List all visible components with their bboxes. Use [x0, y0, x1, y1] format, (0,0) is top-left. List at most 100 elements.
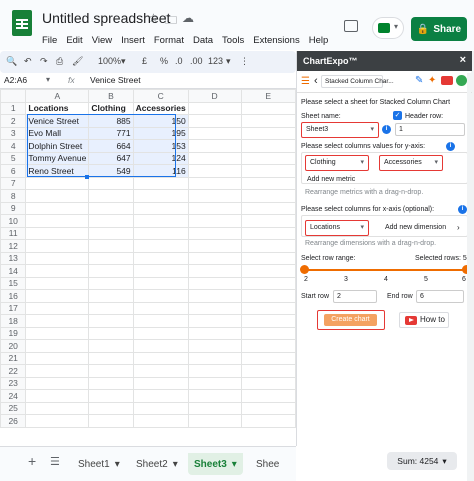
cell[interactable]: [25, 276, 90, 290]
cell[interactable]: [187, 139, 242, 153]
sheet-tab-3[interactable]: Sheet3 ▾: [188, 453, 243, 475]
cell[interactable]: Evo Mall: [25, 126, 90, 140]
row-header[interactable]: 13: [0, 251, 27, 265]
cell[interactable]: [88, 276, 134, 290]
column-header-a[interactable]: A: [25, 89, 90, 103]
cell[interactable]: [88, 289, 134, 303]
cell[interactable]: [25, 251, 90, 265]
menu-help[interactable]: Help: [309, 35, 329, 46]
cell[interactable]: [187, 351, 242, 365]
cell[interactable]: [132, 251, 189, 265]
cell[interactable]: [25, 289, 90, 303]
cell[interactable]: [187, 251, 242, 265]
cell[interactable]: [240, 339, 296, 353]
row-header[interactable]: 22: [0, 364, 27, 378]
cell[interactable]: 771: [88, 126, 134, 140]
sheet-name-select[interactable]: Sheet3 ▾: [301, 122, 379, 138]
row-header[interactable]: 9: [0, 201, 27, 215]
cell[interactable]: [187, 264, 242, 278]
move-folder-icon[interactable]: 🗀: [165, 11, 177, 32]
name-box[interactable]: A2:A6: [4, 75, 27, 85]
header-row-input[interactable]: 1: [395, 123, 465, 136]
column-header-d[interactable]: D: [187, 89, 242, 103]
start-row-input[interactable]: 2: [333, 290, 377, 303]
cell[interactable]: [187, 289, 242, 303]
row-header[interactable]: 16: [0, 289, 27, 303]
cell[interactable]: [240, 239, 296, 253]
cell[interactable]: Locations: [25, 101, 90, 115]
cell[interactable]: [240, 164, 296, 178]
chart-name-box[interactable]: Stacked Column Char...: [321, 75, 394, 88]
cell[interactable]: [187, 126, 242, 140]
panel-scrollbar[interactable]: [467, 73, 471, 446]
spreadsheet-grid[interactable]: A B C D E 1 Locations Clothing Accessories 2…: [0, 89, 296, 446]
cell[interactable]: 664: [88, 139, 134, 153]
cell[interactable]: [88, 376, 134, 390]
cell[interactable]: [187, 276, 242, 290]
settings-icon[interactable]: ✎: [415, 75, 423, 86]
cell[interactable]: [88, 414, 134, 428]
cell[interactable]: [88, 389, 134, 403]
cell[interactable]: [88, 314, 134, 328]
menu-tools[interactable]: Tools: [222, 35, 244, 46]
paint-format-icon[interactable]: 🖌: [72, 56, 83, 67]
cell[interactable]: [88, 214, 134, 228]
row-header[interactable]: 24: [0, 389, 27, 403]
cell[interactable]: [25, 239, 90, 253]
cell[interactable]: [240, 401, 296, 415]
cell[interactable]: [88, 251, 134, 265]
theme-icon[interactable]: ✦: [428, 75, 436, 86]
cell[interactable]: [240, 151, 296, 165]
row-header[interactable]: 10: [0, 214, 27, 228]
row-header[interactable]: 12: [0, 239, 27, 253]
row-header[interactable]: 23: [0, 376, 27, 390]
add-sheet-button[interactable]: +: [28, 453, 36, 469]
cell[interactable]: [240, 414, 296, 428]
row-header[interactable]: 4: [0, 139, 27, 153]
row-header[interactable]: 3: [0, 126, 27, 140]
cell[interactable]: [132, 239, 189, 253]
row-header[interactable]: 8: [0, 189, 27, 203]
cell[interactable]: [25, 176, 90, 190]
how-to-button[interactable]: How to: [399, 312, 449, 328]
header-row-checkbox[interactable]: ✓: [393, 111, 402, 120]
add-dimension-button[interactable]: Add new dimension: [385, 224, 446, 231]
cell[interactable]: [240, 389, 296, 403]
row-header[interactable]: 20: [0, 339, 27, 353]
row-header[interactable]: 7: [0, 176, 27, 190]
cell[interactable]: 124: [132, 151, 189, 165]
cell[interactable]: Venice Street: [25, 114, 90, 128]
increase-decimal-button[interactable]: .00: [190, 56, 203, 66]
row-header[interactable]: 5: [0, 151, 27, 165]
cell[interactable]: [187, 101, 242, 115]
share-button[interactable]: 🔒 Share: [411, 17, 467, 41]
zoom-select[interactable]: 100%: [98, 56, 121, 66]
cell[interactable]: 195: [132, 126, 189, 140]
cell[interactable]: [240, 251, 296, 265]
range-start-handle[interactable]: [300, 265, 309, 274]
cell[interactable]: [187, 301, 242, 315]
cell[interactable]: [240, 376, 296, 390]
cell[interactable]: Dolphin Street: [25, 139, 90, 153]
redo-icon[interactable]: ↷: [40, 56, 48, 67]
cell[interactable]: [88, 176, 134, 190]
comment-icon[interactable]: [344, 20, 358, 32]
cell[interactable]: [187, 151, 242, 165]
cell[interactable]: [132, 339, 189, 353]
cell[interactable]: Reno Street: [25, 164, 90, 178]
cell[interactable]: [240, 326, 296, 340]
row-header[interactable]: 2: [0, 114, 27, 128]
cell[interactable]: [25, 189, 90, 203]
cell[interactable]: [25, 376, 90, 390]
column-header-e[interactable]: E: [240, 89, 296, 103]
cell[interactable]: [132, 276, 189, 290]
cell[interactable]: [25, 326, 90, 340]
cell[interactable]: [240, 314, 296, 328]
cell[interactable]: [88, 326, 134, 340]
row-header[interactable]: 1: [0, 101, 27, 115]
info-icon[interactable]: i: [382, 125, 391, 134]
cell[interactable]: [132, 226, 189, 240]
cell[interactable]: [132, 201, 189, 215]
row-header[interactable]: 19: [0, 326, 27, 340]
row-header[interactable]: 14: [0, 264, 27, 278]
